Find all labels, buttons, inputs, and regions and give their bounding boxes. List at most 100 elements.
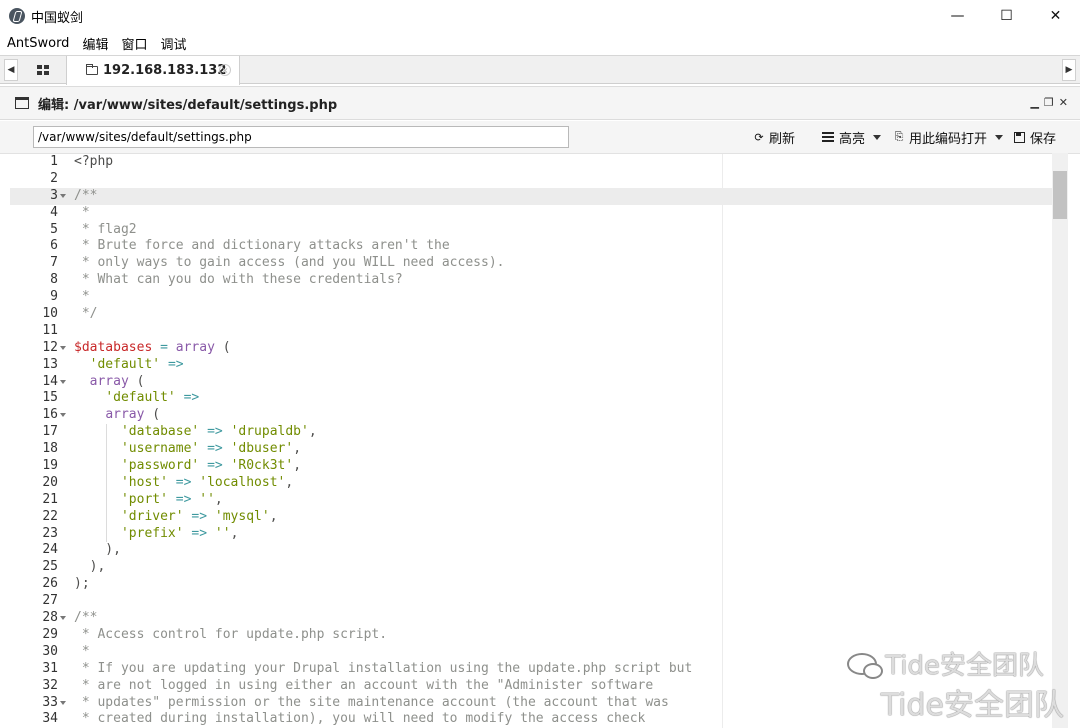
menu-debug[interactable]: 调试 xyxy=(153,34,192,53)
tab-scroll-right-button[interactable]: ▶ xyxy=(1062,59,1076,81)
menu-window[interactable]: 窗口 xyxy=(114,34,153,53)
line-number: 6 xyxy=(50,238,58,254)
code-token: 'host' xyxy=(120,474,168,490)
indent-guide xyxy=(106,508,108,526)
code-token: 'prefix' xyxy=(120,525,184,541)
code-line[interactable]: 3 /** xyxy=(10,187,1054,205)
code-token: 'driver' xyxy=(120,508,184,524)
line-number: 5 xyxy=(50,221,58,237)
code-line[interactable]: 8 * What can you do with these credentia… xyxy=(10,272,1054,289)
window-icon xyxy=(15,97,29,109)
code-line[interactable]: 9 * xyxy=(10,289,1054,306)
editor-close-button[interactable]: ✕ xyxy=(1059,96,1068,109)
code-line[interactable]: 22 'driver' => 'mysql', xyxy=(10,508,1054,526)
code-token: 'localhost' xyxy=(199,474,286,490)
code-text: ); xyxy=(74,576,90,593)
code-line[interactable]: 11 xyxy=(10,323,1054,340)
code-token: 'port' xyxy=(120,491,168,507)
editor-restore-button[interactable]: ❐ xyxy=(1044,96,1054,109)
code-token: 'dbuser' xyxy=(230,441,294,457)
code-line[interactable]: 23 'prefix' => '', xyxy=(10,525,1054,543)
line-number: 8 xyxy=(50,272,58,288)
code-token: => xyxy=(207,424,223,440)
line-number: 2 xyxy=(50,170,58,186)
fold-arrow-icon[interactable] xyxy=(60,413,66,418)
code-text: */ xyxy=(74,306,98,323)
tab-home[interactable] xyxy=(22,56,64,84)
code-line[interactable]: 26); xyxy=(10,576,1054,593)
editor-minimize-button[interactable]: ▁ xyxy=(1030,96,1038,109)
close-button[interactable]: ✕ xyxy=(1031,0,1080,32)
code-line[interactable]: 19 'password' => 'R0ck3t', xyxy=(10,458,1054,475)
code-text: * only ways to gain access (and you WILL… xyxy=(74,255,505,272)
code-line[interactable]: 18 'username' => 'dbuser', xyxy=(10,441,1054,459)
fold-arrow-icon[interactable] xyxy=(60,193,66,198)
title-bar: 中国蚁剑 — ☐ ✕ xyxy=(0,0,1080,32)
indent-guide xyxy=(106,474,108,492)
code-line[interactable]: 29 * Access control for update.php scrip… xyxy=(10,627,1054,644)
vertical-scrollbar[interactable] xyxy=(1052,153,1068,728)
tab-bar: ◀ 192.168.183.132 × ▶ xyxy=(0,55,1080,85)
code-line[interactable]: 25 ), xyxy=(10,559,1054,576)
line-number: 15 xyxy=(42,390,58,406)
code-token: 'mysql' xyxy=(214,508,270,524)
watermark: Tide安全团队 Tide安全团队 xyxy=(847,645,1064,724)
scrollbar-thumb[interactable] xyxy=(1053,171,1067,219)
code-line[interactable]: 14 array ( xyxy=(10,374,1054,391)
code-line[interactable]: 12 $databases = array ( xyxy=(10,340,1054,357)
line-number: 11 xyxy=(42,322,58,338)
code-text: 'prefix' => '', xyxy=(74,526,238,543)
code-line[interactable]: 7 * only ways to gain access (and you WI… xyxy=(10,255,1054,272)
fold-arrow-icon[interactable] xyxy=(60,379,66,384)
minimize-button[interactable]: — xyxy=(933,0,982,32)
code-line[interactable]: 16 array ( xyxy=(10,407,1054,424)
menu-edit[interactable]: 编辑 xyxy=(75,34,114,53)
tab-scroll-left-button[interactable]: ◀ xyxy=(4,59,18,81)
code-line[interactable]: 5 * flag2 xyxy=(10,222,1054,239)
watermark-text-2: Tide安全团队 xyxy=(880,688,1064,723)
save-button[interactable]: 保存 xyxy=(1014,127,1056,147)
line-number: 12 xyxy=(42,339,58,355)
code-line[interactable]: 28 /** xyxy=(10,610,1054,627)
fold-arrow-icon[interactable] xyxy=(60,700,66,705)
code-line[interactable]: 17 'database' => 'drupaldb', xyxy=(10,424,1054,442)
code-text: /** xyxy=(74,188,97,205)
highlight-dropdown[interactable]: 高亮 xyxy=(822,127,882,147)
code-token: = xyxy=(160,339,168,355)
code-line[interactable]: 21 'port' => '', xyxy=(10,491,1054,509)
tab-close-icon[interactable]: × xyxy=(219,64,231,76)
window-title: 中国蚁剑 xyxy=(31,10,84,26)
menu-antsword[interactable]: AntSword xyxy=(0,36,75,51)
code-line[interactable]: 27 xyxy=(10,593,1054,610)
refresh-button[interactable]: ⟳ 刷新 xyxy=(753,127,795,147)
indent-guide xyxy=(106,491,108,509)
file-path-input[interactable] xyxy=(33,126,569,148)
code-line[interactable]: 10 */ xyxy=(10,306,1054,323)
code-line[interactable]: 20 'host' => 'localhost', xyxy=(10,474,1054,492)
fold-arrow-icon[interactable] xyxy=(60,345,66,350)
tab-shell[interactable]: 192.168.183.132 × xyxy=(66,56,240,85)
encoding-dropdown[interactable]: ⎘ 用此编码打开 xyxy=(893,127,1004,147)
encoding-label: 用此编码打开 xyxy=(909,131,988,147)
code-line[interactable]: 2 xyxy=(10,171,1054,188)
code-token: array xyxy=(175,339,215,355)
code-text: * flag2 xyxy=(74,222,137,239)
fold-arrow-icon[interactable] xyxy=(60,616,66,621)
open-file-icon: ⎘ xyxy=(894,130,904,143)
line-number: 29 xyxy=(42,626,58,642)
line-number: 19 xyxy=(42,458,58,474)
code-line[interactable]: 13 'default' => xyxy=(10,357,1054,374)
code-token: => xyxy=(191,508,208,524)
code-line[interactable]: 6 * Brute force and dictionary attacks a… xyxy=(10,238,1054,255)
code-line[interactable]: 15 'default' => xyxy=(10,390,1054,407)
code-line[interactable]: 4 * xyxy=(10,205,1054,222)
code-text: 'username' => 'dbuser', xyxy=(74,441,301,458)
code-line[interactable]: 24 ), xyxy=(10,542,1054,559)
maximize-button[interactable]: ☐ xyxy=(982,0,1031,32)
code-editor[interactable]: 1 <?php 2 3/** 4 * 5 * flag2 6 * Brute force a… xyxy=(10,154,1068,728)
code-line[interactable]: 1 <?php xyxy=(10,154,1054,171)
code-token: => xyxy=(167,356,184,372)
